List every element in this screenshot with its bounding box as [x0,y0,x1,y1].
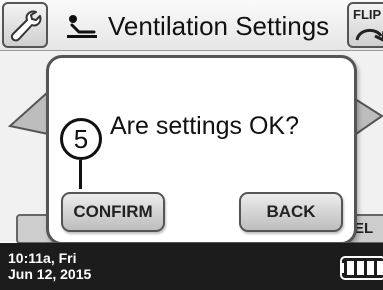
wrench-icon [10,10,42,42]
status-time: 10:11a, Fri [8,250,77,266]
page-title-group: Ventilation Settings [66,6,329,46]
callout-number: 5 [60,118,102,160]
flip-arrow-icon [355,29,383,42]
confirm-button[interactable]: CONFIRM [61,192,165,232]
tools-button[interactable] [2,2,48,48]
status-date: Jun 12, 2015 [8,266,92,282]
dialog-message: Are settings OK? [110,112,299,140]
flip-label: FLIP [353,7,382,22]
battery-full-icon [340,256,383,280]
status-bar: 10:11a, Fri Jun 12, 2015 [0,243,383,290]
page-title: Ventilation Settings [108,10,330,41]
callout-leader-line [79,160,82,189]
header-bar: Ventilation Settings FLIP [0,0,383,51]
left-arrow-icon [7,90,49,136]
patient-recline-icon [67,15,97,38]
device-screen: Ventilation Settings FLIP EL Are setting… [0,0,383,290]
flip-button[interactable]: FLIP [347,2,383,48]
back-button[interactable]: BACK [239,192,343,232]
